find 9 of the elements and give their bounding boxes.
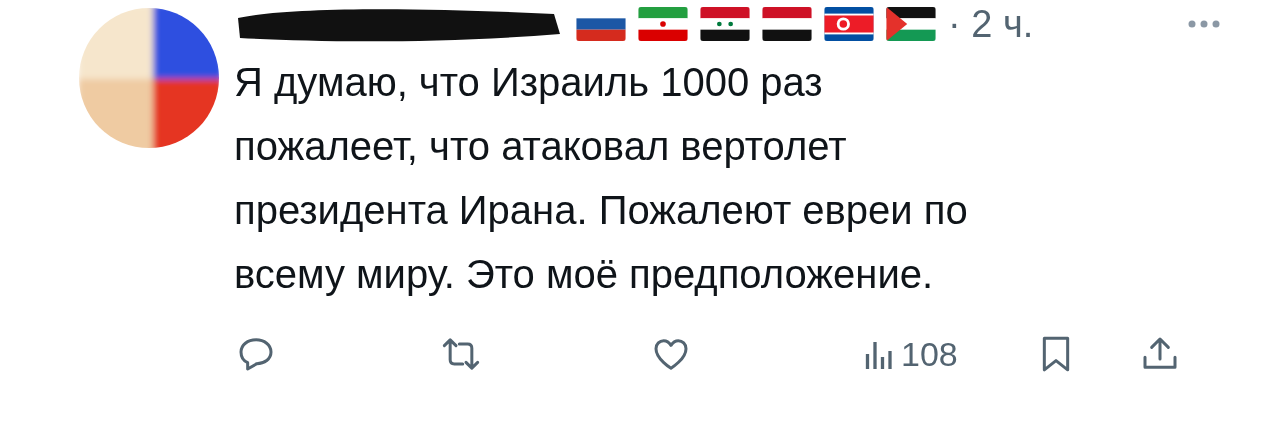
post-time: · 2 ч.: [948, 2, 1034, 46]
flag-icon: [762, 7, 812, 41]
flag-icon: [824, 7, 874, 41]
flag-icon: [886, 7, 936, 41]
post-text: Я думаю, что Израиль 1000 раз пожалеет, что атаковал вертолет президента Ирана. Пожалеют евреи по всему миру. Это моё предположение.: [234, 59, 969, 298]
more-icon[interactable]: [1188, 19, 1220, 29]
flag-icon: [638, 7, 688, 41]
flag-icon: [700, 7, 750, 41]
view-count: 108: [901, 334, 958, 374]
